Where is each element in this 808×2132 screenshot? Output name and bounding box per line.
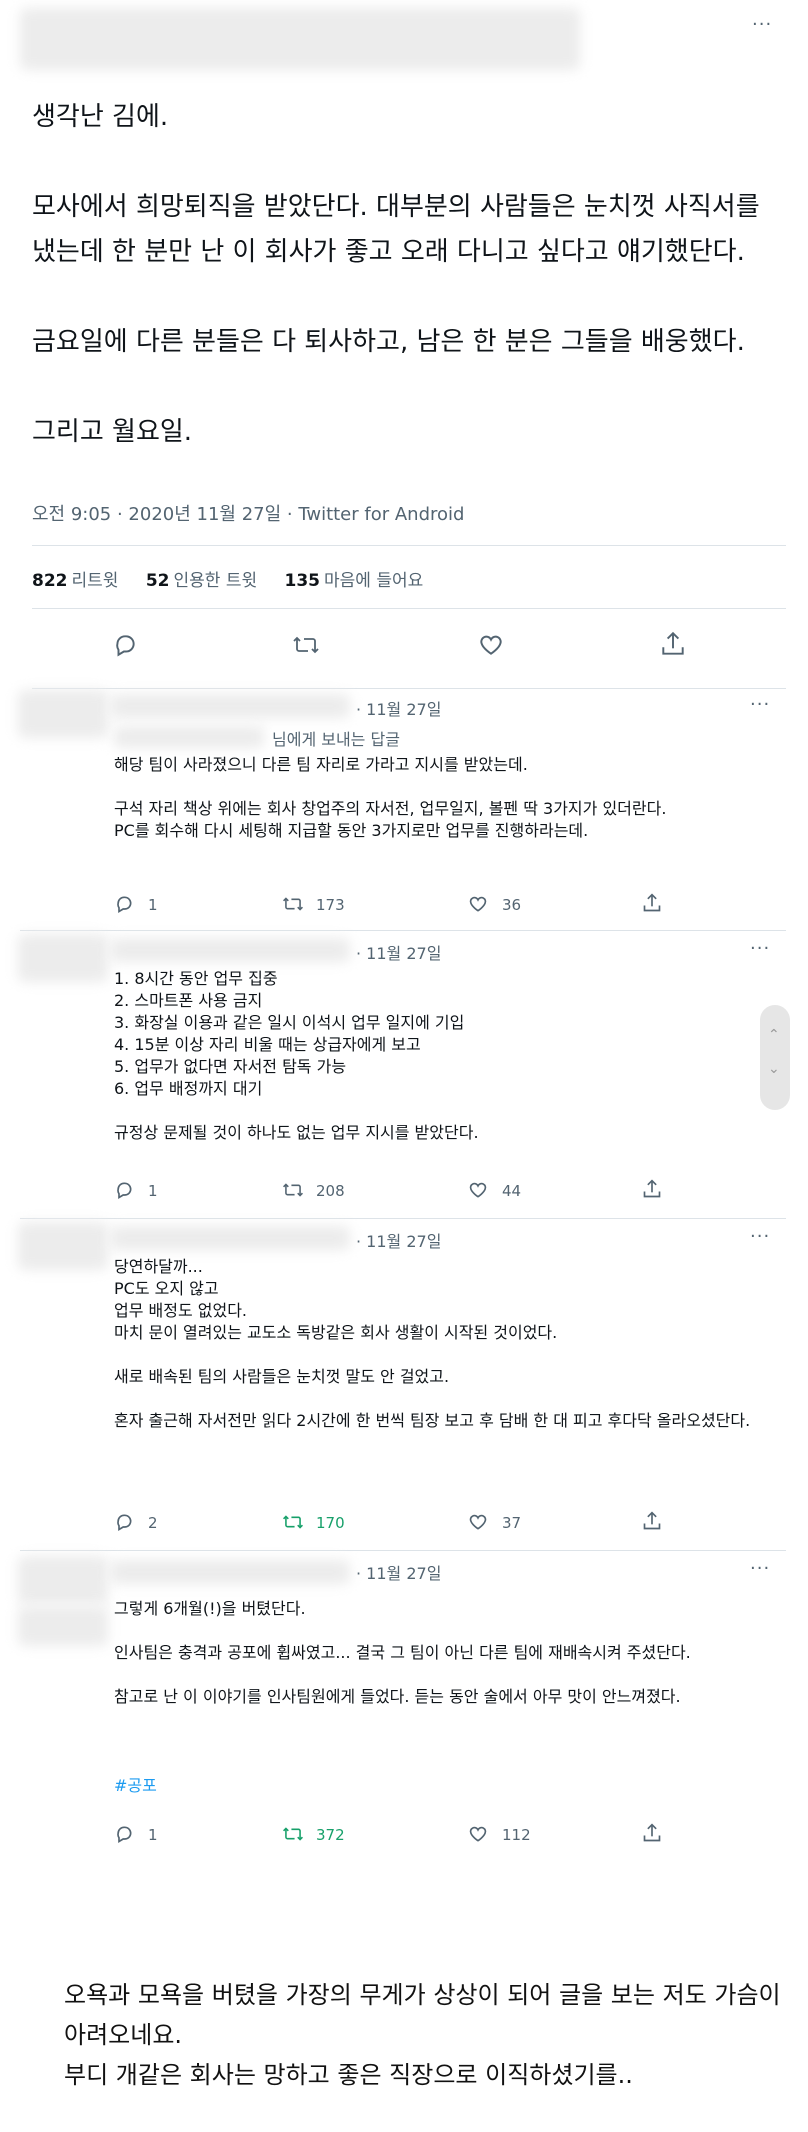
- author-header-blurred: [20, 8, 580, 70]
- divider: [20, 1218, 786, 1219]
- like-icon[interactable]: [468, 1824, 488, 1844]
- retweets-label: 리트윗: [71, 571, 119, 591]
- hashtag-link[interactable]: #공포: [114, 1772, 157, 1796]
- tweet-text: 생각난 김에. 모사에서 희망퇴직을 받았단다. 대부분의 사람들은 눈치껏 사…: [32, 102, 760, 447]
- reply-count: 2: [148, 1514, 158, 1532]
- more-options-icon[interactable]: ···: [750, 694, 770, 715]
- retweet-icon[interactable]: [292, 632, 320, 658]
- reply-author-name-blurred: [110, 938, 350, 962]
- reply-icon[interactable]: [114, 894, 134, 914]
- retweet-icon[interactable]: [282, 1824, 304, 1844]
- reply-text: 그렇게 6개월(!)을 버텼단다. 인사팀은 충격과 공포에 휩싸였고... 결…: [114, 1599, 691, 1706]
- like-icon[interactable]: [478, 632, 504, 658]
- divider: [20, 930, 786, 931]
- share-icon[interactable]: [642, 892, 662, 914]
- divider: [32, 545, 786, 546]
- retweet-count: 170: [316, 1514, 345, 1532]
- reply-author-name-blurred: [110, 1560, 350, 1584]
- retweets-stat[interactable]: 822 리트윗: [32, 571, 118, 591]
- reply-count: 1: [148, 896, 158, 914]
- more-options-icon[interactable]: ···: [750, 1558, 770, 1579]
- poster-comment: 오욕과 모욕을 버텼을 가장의 무게가 상상이 되어 글을 보는 저도 가슴이 …: [64, 1981, 781, 2089]
- reply-icon[interactable]: [112, 632, 138, 658]
- divider: [32, 688, 786, 689]
- reply-icon[interactable]: [114, 1824, 134, 1844]
- share-icon[interactable]: [642, 1178, 662, 1200]
- more-options-icon[interactable]: ···: [750, 1226, 770, 1247]
- reply-icon[interactable]: [114, 1512, 134, 1532]
- likes-label: 마음에 들어요: [324, 571, 424, 591]
- quotes-count: 52: [145, 571, 170, 591]
- like-count: 44: [502, 1182, 522, 1200]
- reply-date[interactable]: · 11월 27일: [356, 940, 441, 964]
- likes-stat[interactable]: 135 마음에 들어요: [285, 571, 424, 591]
- quotes-stat[interactable]: 52 인용한 트윗: [146, 571, 257, 591]
- reply-date[interactable]: · 11월 27일: [356, 1228, 441, 1252]
- divider: [20, 1550, 786, 1551]
- retweet-count: 372: [316, 1826, 345, 1844]
- replying-to-handle-blurred: [114, 726, 264, 748]
- reply-text: 1. 8시간 동안 업무 집중 2. 스마트폰 사용 금지 3. 화장실 이용과…: [114, 969, 479, 1142]
- reply-count: 1: [148, 1826, 158, 1844]
- tweet-timestamp[interactable]: 오전 9:05 · 2020년 11월 27일 · Twitter for An…: [32, 500, 464, 526]
- share-icon[interactable]: [642, 1822, 662, 1844]
- reply-author-blurred: [18, 1556, 108, 1604]
- quotes-label: 인용한 트윗: [173, 571, 258, 591]
- reply-author-blurred: [18, 690, 108, 738]
- retweet-count: 208: [316, 1182, 345, 1200]
- reply-author-blurred: [18, 934, 108, 982]
- like-icon[interactable]: [468, 1180, 488, 1200]
- retweet-count: 173: [316, 896, 345, 914]
- like-icon[interactable]: [468, 894, 488, 914]
- retweet-icon[interactable]: [282, 1512, 304, 1532]
- more-options-icon[interactable]: ···: [750, 938, 770, 959]
- reply-icon[interactable]: [114, 1180, 134, 1200]
- reply-author-avatar-blurred: [18, 1606, 108, 1646]
- retweet-icon[interactable]: [282, 1180, 304, 1200]
- like-count: 112: [502, 1826, 531, 1844]
- replying-to-label: 님에게 보내는 답글: [272, 730, 400, 749]
- reply-author-name-blurred: [110, 694, 350, 718]
- like-icon[interactable]: [468, 1512, 488, 1532]
- reply-date[interactable]: · 11월 27일: [356, 696, 441, 720]
- likes-count: 135: [284, 571, 321, 591]
- reply-text: 당연하달까... PC도 오지 않고 업무 배정도 없었다. 마치 문이 열려있…: [114, 1257, 751, 1430]
- reply-text: 해당 팀이 사라졌으니 다른 팀 자리로 가라고 지시를 받았는데. 구석 자리…: [114, 755, 667, 840]
- reply-author-name-blurred: [110, 1226, 350, 1250]
- reply-count: 1: [148, 1182, 158, 1200]
- more-options-icon[interactable]: ···: [752, 14, 772, 35]
- share-icon[interactable]: [642, 1510, 662, 1532]
- reply-date[interactable]: · 11월 27일: [356, 1560, 441, 1584]
- chevron-up-icon[interactable]: ⌃: [768, 1027, 780, 1043]
- scroll-widget[interactable]: ⌃ ⌄: [760, 1005, 790, 1110]
- like-count: 36: [502, 896, 522, 914]
- chevron-down-icon[interactable]: ⌄: [768, 1061, 780, 1077]
- divider: [32, 608, 786, 609]
- reply-author-blurred: [18, 1222, 108, 1270]
- tweet-stats: 822 리트윗 52 인용한 트윗 135 마음에 들어요: [32, 566, 445, 591]
- like-count: 37: [502, 1514, 522, 1532]
- share-icon[interactable]: [660, 630, 686, 658]
- retweet-icon[interactable]: [282, 894, 304, 914]
- retweets-count: 822: [32, 571, 68, 591]
